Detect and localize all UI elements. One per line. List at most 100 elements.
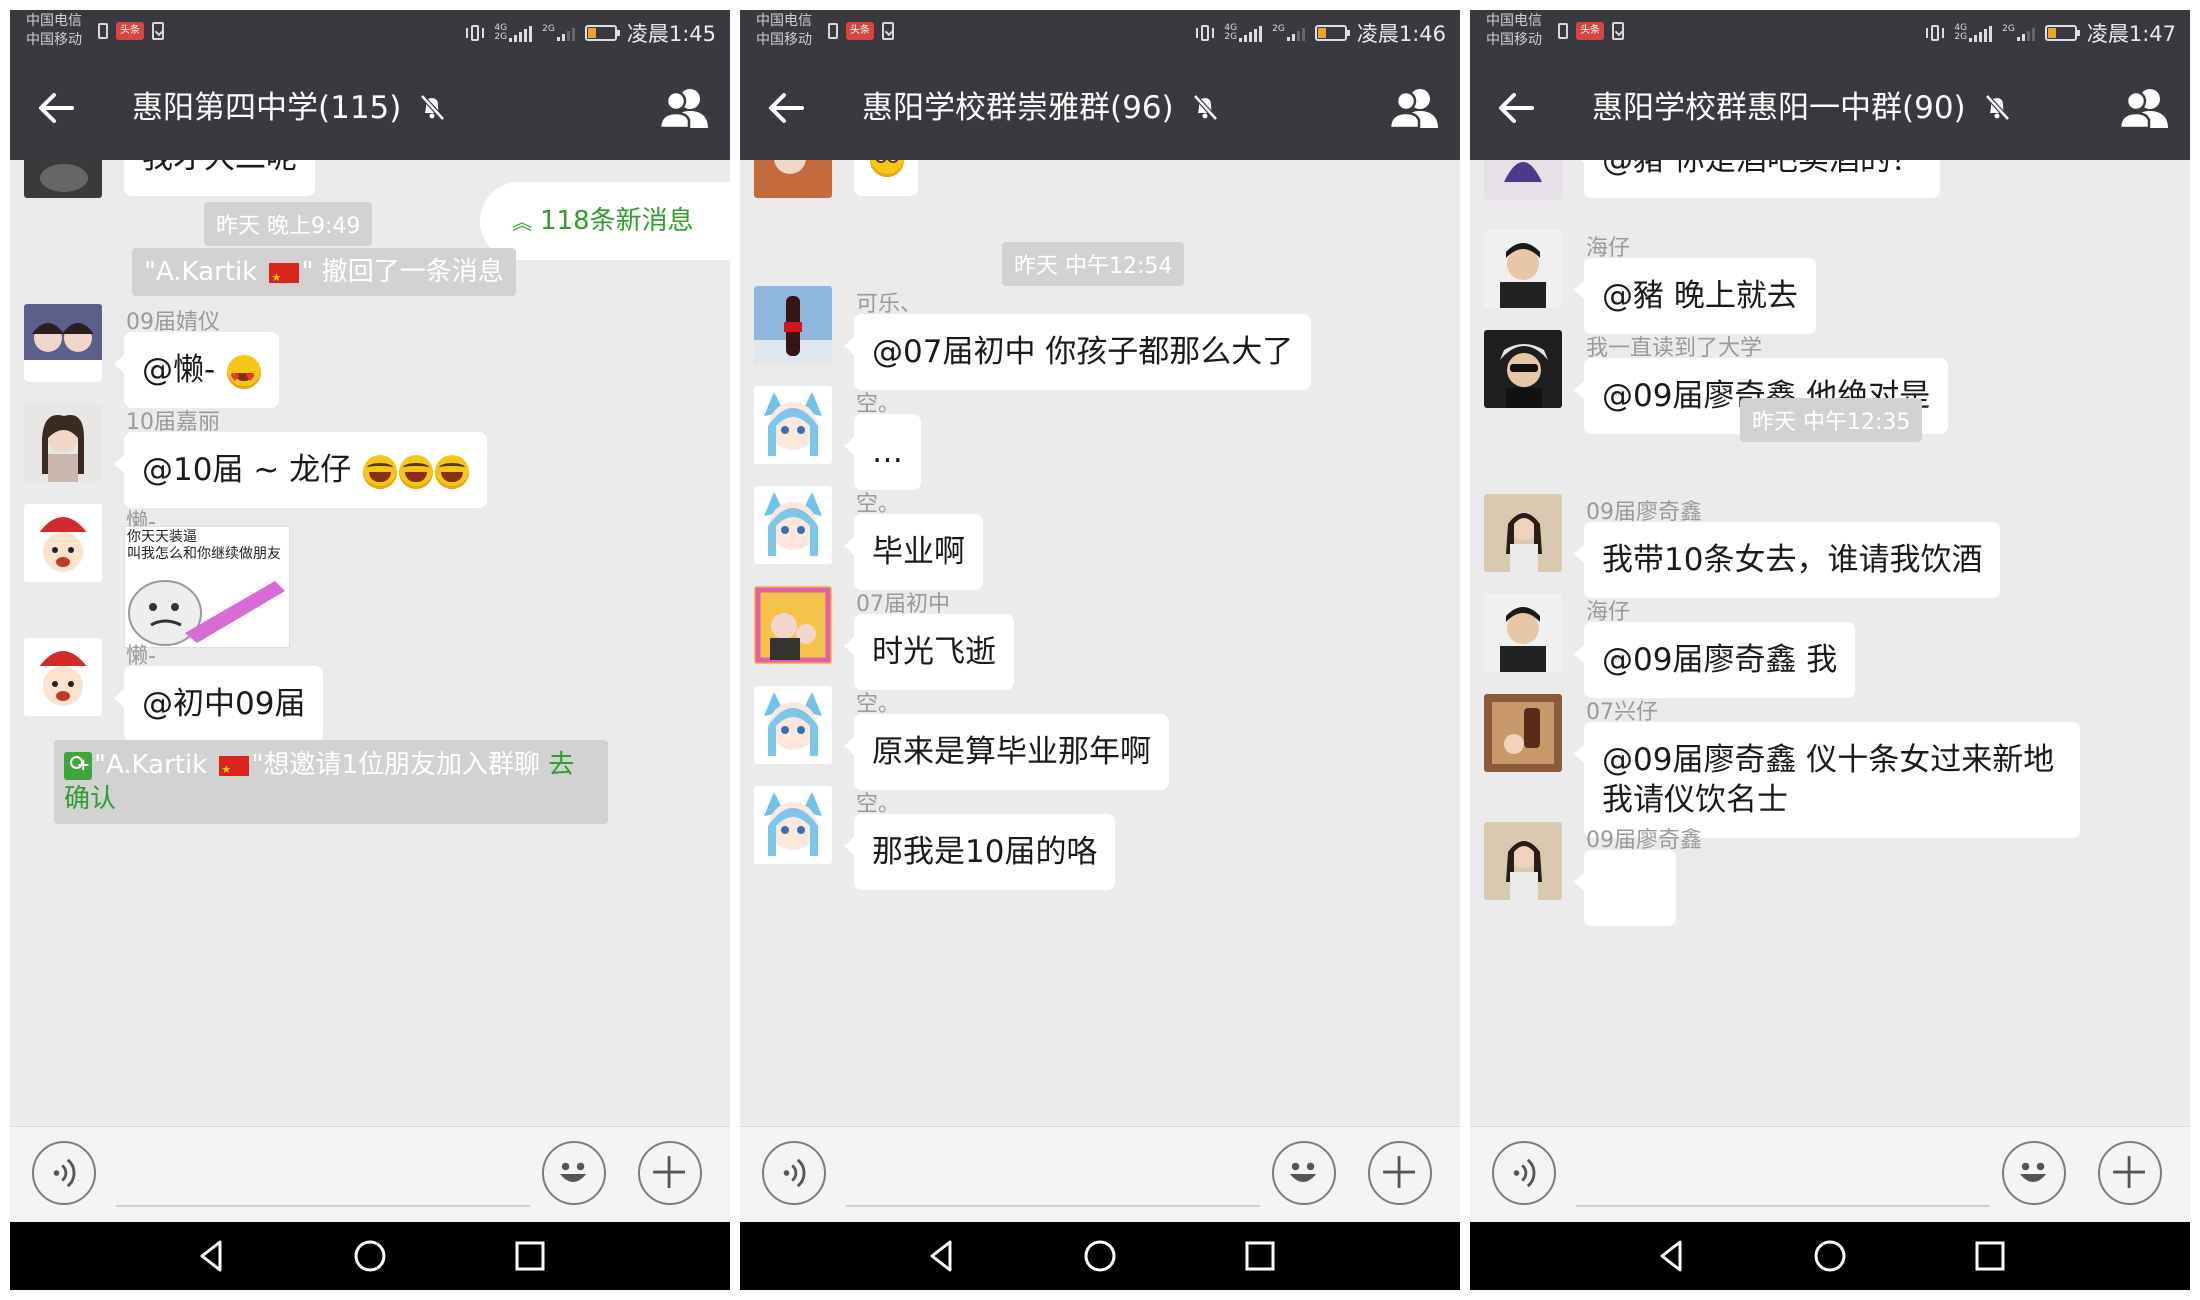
avatar[interactable] <box>754 686 832 764</box>
mute-icon <box>1984 93 2010 121</box>
emoji-icon[interactable] <box>542 1141 606 1205</box>
message-input[interactable] <box>846 1147 1260 1207</box>
vibrate-icon <box>466 24 485 42</box>
message-bubble[interactable]: 毕业啊 <box>844 514 983 590</box>
add-contact-icon <box>64 748 92 782</box>
message-bubble[interactable]: … <box>844 414 921 490</box>
avatar[interactable] <box>754 586 832 664</box>
sticker-image[interactable]: 你天天装逼 叫我怎么和你继续做朋友 <box>124 526 290 648</box>
back-arrow-icon[interactable] <box>32 84 80 132</box>
message-bubble[interactable]: @09届廖奇鑫 我 <box>1573 622 1856 698</box>
avatar[interactable] <box>1484 230 1562 308</box>
notification-icons: 头条 <box>1558 22 1624 40</box>
back-arrow-icon[interactable] <box>762 84 810 132</box>
new-messages-button[interactable]: ︽ 118条新消息 <box>480 182 730 260</box>
download-icon <box>1612 22 1624 40</box>
signal-icon-2: 2G <box>2002 25 2035 41</box>
message-input[interactable] <box>116 1147 530 1207</box>
signal-icon-2: 2G <box>542 25 575 41</box>
nav-home-icon[interactable] <box>348 1234 392 1278</box>
nav-recent-icon[interactable] <box>1968 1234 2012 1278</box>
message-bubble[interactable]: @懒- <box>113 332 280 408</box>
avatar[interactable] <box>754 786 832 864</box>
nav-recent-icon[interactable] <box>508 1234 552 1278</box>
message-bubble[interactable] <box>844 160 918 196</box>
laughing-emoji-icon <box>362 454 397 489</box>
voice-icon[interactable] <box>1492 1141 1556 1205</box>
message-bubble[interactable]: 我带10条女去，谁请我饮酒 <box>1573 522 2001 598</box>
message-bubble[interactable]: @豬 你是酒吧卖酒的？ <box>1574 160 1940 198</box>
battery-icon <box>2044 25 2080 41</box>
plus-icon[interactable] <box>1368 1141 1432 1205</box>
message-bubble[interactable]: 我才大二呢 <box>114 160 315 196</box>
status-clock: 凌晨1:46 <box>1356 22 1446 46</box>
members-icon[interactable] <box>1388 86 1442 130</box>
message-list[interactable]: 昨天 中午12:54 可乐、 @07届初中 你孩子都那么大了 空。 … 空。 毕… <box>740 160 1460 1126</box>
message-bubble[interactable]: 原来是算毕业那年啊 <box>844 714 1169 790</box>
message-bubble[interactable]: 那我是10届的咯 <box>843 814 1116 890</box>
message-bubble[interactable]: @07届初中 你孩子都那么大了 <box>843 314 1312 390</box>
invite-notice: "A.Kartik "想邀请1位朋友加入群聊 去确认 <box>54 740 608 824</box>
message-bubble[interactable]: 时光飞逝 <box>844 614 1014 690</box>
message-bubble[interactable]: @初中09届 <box>113 666 324 742</box>
chat-title: 惠阳学校群惠阳一中群(90) <box>1592 86 2012 130</box>
mute-icon <box>1192 93 1218 121</box>
download-icon <box>882 22 894 40</box>
status-clock: 凌晨1:45 <box>626 22 716 46</box>
laughing-emoji-icon <box>398 454 433 489</box>
signal-icon-1: 4G 2G <box>1224 24 1263 42</box>
plus-icon[interactable] <box>2098 1141 2162 1205</box>
carrier-2: 中国移动 <box>756 32 812 48</box>
avatar[interactable] <box>754 286 832 364</box>
signal-icon-1: 4G 2G <box>494 24 533 42</box>
message-bubble[interactable]: @09届廖奇鑫 仪十条女过来新地我请仪饮名士 <box>1574 722 2080 838</box>
members-icon[interactable] <box>2118 86 2172 130</box>
notification-icons: 头条 <box>828 22 894 40</box>
nav-recent-icon[interactable] <box>1238 1234 1282 1278</box>
status-right: 4G 2G 2G 凌晨1:45 <box>466 10 716 56</box>
avatar[interactable] <box>754 486 832 564</box>
avatar[interactable] <box>1484 594 1562 672</box>
china-flag-icon <box>218 753 249 787</box>
message-bubble[interactable]: @10届 ~ 龙仔 <box>114 432 487 508</box>
emoji-icon[interactable] <box>2002 1141 2066 1205</box>
china-flag-icon <box>268 260 299 296</box>
message-bubble[interactable] <box>1574 850 1676 926</box>
members-icon[interactable] <box>658 86 712 130</box>
voice-icon[interactable] <box>32 1141 96 1205</box>
avatar[interactable] <box>24 638 102 716</box>
nav-back-icon[interactable] <box>920 1234 964 1278</box>
phone-screen-3: @豬 你是酒吧卖酒的？ 海仔 @豬 晚上就去 我一直读到了大学 @09届廖奇鑫 … <box>1470 10 2190 1290</box>
avatar[interactable] <box>754 160 832 198</box>
message-input[interactable] <box>1576 1147 1990 1207</box>
avatar[interactable] <box>24 160 102 198</box>
phone-screen-2: 昨天 中午12:54 可乐、 @07届初中 你孩子都那么大了 空。 … 空。 毕… <box>740 10 1460 1290</box>
carrier-1: 中国电信 <box>26 13 82 29</box>
avatar[interactable] <box>1484 330 1562 408</box>
voice-icon[interactable] <box>762 1141 826 1205</box>
message-list[interactable]: 我才大二呢 ︽118条新消息 昨天 晚上9:49 "A.Kartik " 撤回了… <box>10 160 730 1126</box>
message-list[interactable]: @豬 你是酒吧卖酒的？ 海仔 @豬 晚上就去 我一直读到了大学 @09届廖奇鑫 … <box>1470 160 2190 1126</box>
nav-back-icon[interactable] <box>1650 1234 1694 1278</box>
nav-back-icon[interactable] <box>190 1234 234 1278</box>
nav-home-icon[interactable] <box>1808 1234 1852 1278</box>
avatar[interactable] <box>1484 160 1562 200</box>
message-bubble[interactable]: @豬 晚上就去 <box>1574 258 1816 334</box>
plus-icon[interactable] <box>638 1141 702 1205</box>
chat-title: 惠阳学校群崇雅群(96) <box>862 86 1220 130</box>
avatar[interactable] <box>1484 822 1562 900</box>
back-arrow-icon[interactable] <box>1492 84 1540 132</box>
chat-title-text: 惠阳第四中学(115) <box>132 90 402 126</box>
chat-input-bar <box>740 1126 1460 1222</box>
avatar[interactable] <box>24 404 102 482</box>
avatar[interactable] <box>24 504 102 582</box>
chat-title-text: 惠阳学校群崇雅群(96) <box>862 90 1174 126</box>
vibrate-icon <box>1926 24 1945 42</box>
avatar[interactable] <box>1484 494 1562 572</box>
emoji-icon[interactable] <box>1272 1141 1336 1205</box>
avatar[interactable] <box>754 386 832 464</box>
timestamp-divider: 昨天 中午12:54 <box>1002 242 1185 286</box>
nav-home-icon[interactable] <box>1078 1234 1122 1278</box>
avatar[interactable] <box>1484 694 1562 772</box>
avatar[interactable] <box>24 304 102 382</box>
